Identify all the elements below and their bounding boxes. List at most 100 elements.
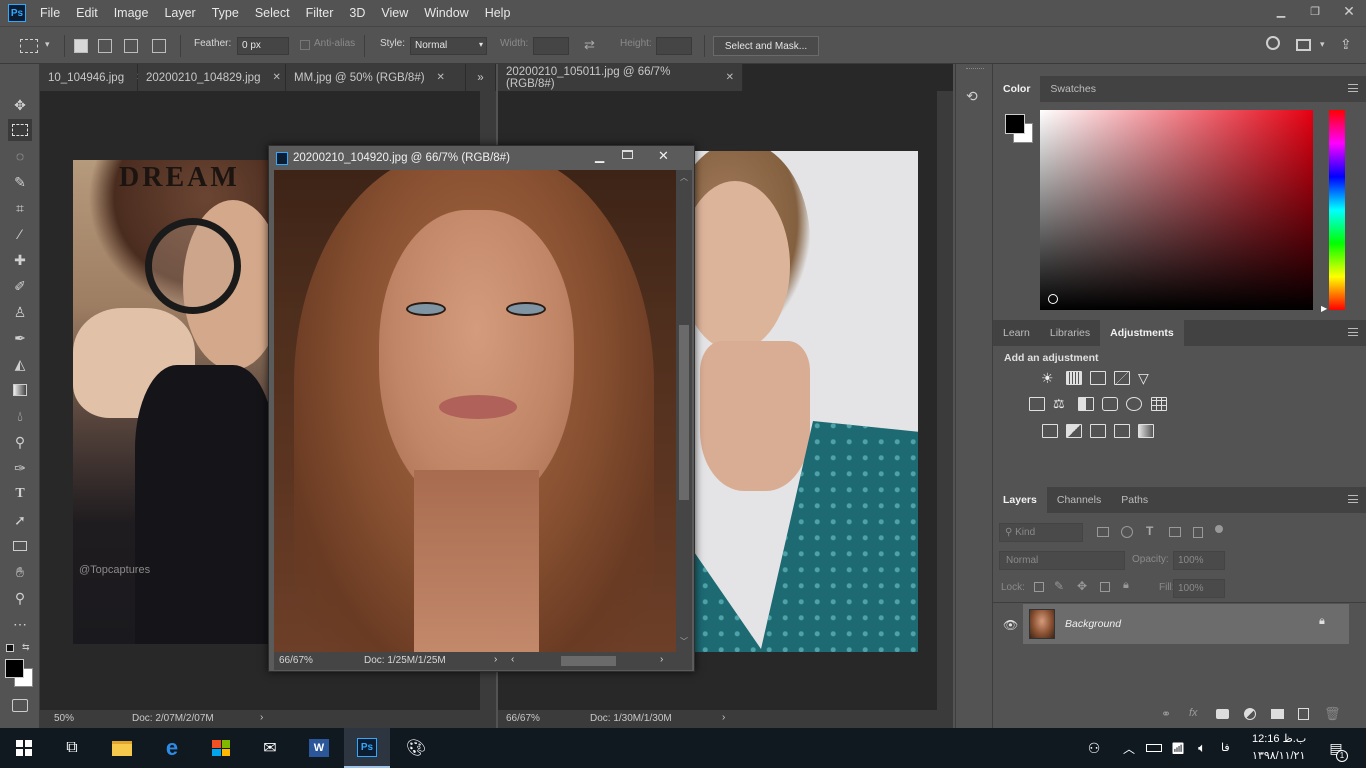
windows-start-icon[interactable] xyxy=(10,734,38,762)
intersect-selection-icon[interactable] xyxy=(152,39,166,53)
exposure-icon[interactable] xyxy=(1114,371,1130,385)
marquee-tool-icon[interactable] xyxy=(20,39,38,53)
black-white-icon[interactable] xyxy=(1078,397,1094,411)
antialias-checkbox[interactable] xyxy=(300,40,310,50)
tab-paths[interactable]: Paths xyxy=(1111,487,1158,513)
color-lookup-icon[interactable] xyxy=(1151,397,1167,411)
task-view-icon[interactable]: ⧉ xyxy=(58,734,86,762)
channel-mixer-icon[interactable] xyxy=(1126,397,1142,411)
filter-adjust-icon[interactable] xyxy=(1121,526,1133,538)
path-select-tool-icon[interactable]: ➚ xyxy=(8,509,32,531)
new-selection-icon[interactable] xyxy=(74,39,88,53)
lock-pixels-icon[interactable]: ✎ xyxy=(1054,579,1064,593)
close-icon[interactable]: ✕ xyxy=(1332,0,1366,22)
canvas-image[interactable] xyxy=(274,170,676,652)
curves-icon[interactable] xyxy=(1090,371,1106,385)
filter-toggle[interactable] xyxy=(1215,525,1223,533)
style-select[interactable]: Normal ▾ xyxy=(410,37,487,55)
hand-tool-icon[interactable]: ✋︎ xyxy=(8,561,32,583)
maximize-icon[interactable] xyxy=(622,150,633,159)
panel-menu-icon[interactable] xyxy=(1348,495,1358,503)
tab-color[interactable]: Color xyxy=(993,76,1041,102)
invert-icon[interactable] xyxy=(1042,424,1058,438)
zoom-level[interactable]: 66/67% xyxy=(506,713,540,724)
hue-saturation-icon[interactable] xyxy=(1029,397,1045,411)
clock-time[interactable]: 12:16 ب.ظ xyxy=(1252,732,1306,745)
search-icon[interactable] xyxy=(1266,36,1280,50)
menu-view[interactable]: View xyxy=(381,6,408,20)
blend-mode-select[interactable]: Normal xyxy=(999,551,1125,570)
lasso-tool-icon[interactable]: ◌ xyxy=(8,145,32,167)
gradient-tool-icon[interactable] xyxy=(8,379,32,401)
folder-icon[interactable] xyxy=(1271,709,1284,719)
posterize-icon[interactable] xyxy=(1066,424,1082,438)
fx-icon[interactable]: fx xyxy=(1189,707,1198,719)
tab-adjustments[interactable]: Adjustments xyxy=(1100,320,1184,346)
menu-file[interactable]: File xyxy=(40,6,60,20)
zoom-level[interactable]: 66/67% xyxy=(279,655,313,666)
chevron-down-icon[interactable]: ▾ xyxy=(1320,39,1325,50)
hue-slider[interactable] xyxy=(1329,110,1345,310)
color-picker-cursor[interactable] xyxy=(1048,294,1058,304)
quick-mask-icon[interactable] xyxy=(12,699,28,712)
menu-3d[interactable]: 3D xyxy=(349,6,365,20)
clone-stamp-tool-icon[interactable]: ♙ xyxy=(8,301,32,323)
chevron-right-icon[interactable]: › xyxy=(494,654,497,665)
chevron-right-icon[interactable]: › xyxy=(260,712,263,723)
adjustment-layer-icon[interactable] xyxy=(1244,708,1256,720)
minimize-icon[interactable]: ▁ xyxy=(1264,0,1298,22)
menu-layer[interactable]: Layer xyxy=(164,6,195,20)
vertical-scrollbar[interactable]: ︿ ﹀ xyxy=(676,170,692,652)
scroll-left-icon[interactable]: ‹ xyxy=(511,654,514,665)
share-icon[interactable]: ⇪ xyxy=(1340,36,1352,53)
filter-smart-icon[interactable] xyxy=(1193,527,1203,538)
lock-position-icon[interactable]: ✥ xyxy=(1077,579,1087,593)
move-tool-icon[interactable]: ✥ xyxy=(8,94,32,116)
type-tool-icon[interactable]: T xyxy=(8,483,32,505)
link-layers-icon[interactable]: ⚭ xyxy=(1161,707,1171,721)
canvas-image[interactable]: DREAM @Topcaptures xyxy=(73,160,270,644)
eraser-tool-icon[interactable]: ◭ xyxy=(8,353,32,375)
opacity-input[interactable]: 100% xyxy=(1173,551,1225,570)
document-tab[interactable]: 20200210_104829.jpg ✕ xyxy=(138,64,286,91)
mail-icon[interactable]: ✉ xyxy=(256,734,284,762)
more-tools-icon[interactable]: ⋯ xyxy=(8,613,32,635)
horizontal-scroll-thumb[interactable] xyxy=(561,656,616,666)
history-brush-tool-icon[interactable]: ✒ xyxy=(8,327,32,349)
color-balance-icon[interactable]: ⚖ xyxy=(1053,397,1069,411)
crop-tool-icon[interactable]: ⌗ xyxy=(8,197,32,219)
brush-tool-icon[interactable]: ✐ xyxy=(8,275,32,297)
zoom-level[interactable]: 50% xyxy=(54,713,74,724)
hue-slider-handle[interactable]: ▶ xyxy=(1321,304,1327,313)
tab-swatches[interactable]: Swatches xyxy=(1040,76,1106,102)
lock-artboard-icon[interactable] xyxy=(1100,582,1110,592)
workspace-icon[interactable] xyxy=(1296,39,1311,51)
add-selection-icon[interactable] xyxy=(98,39,112,53)
floating-document-window[interactable]: 20200210_104920.jpg @ 66/7% (RGB/8#) ▁ ✕… xyxy=(268,145,695,672)
tab-learn[interactable]: Learn xyxy=(993,320,1040,346)
document-tab[interactable]: 10_104946.jpg✕ xyxy=(40,64,145,91)
tab-channels[interactable]: Channels xyxy=(1047,487,1111,513)
window-titlebar[interactable]: 20200210_104920.jpg @ 66/7% (RGB/8#) ▁ ✕ xyxy=(269,146,694,170)
selective-color-icon[interactable] xyxy=(1114,424,1130,438)
chevron-right-icon[interactable]: › xyxy=(722,712,725,723)
panel-menu-icon[interactable] xyxy=(1348,328,1358,336)
lock-all-icon[interactable]: 🔒︎ xyxy=(1123,579,1129,592)
height-input[interactable] xyxy=(656,37,692,55)
menu-select[interactable]: Select xyxy=(255,6,290,20)
foreground-color-swatch[interactable] xyxy=(1005,114,1025,134)
edge-browser-icon[interactable]: e xyxy=(158,734,186,762)
language-indicator[interactable]: فا xyxy=(1221,741,1230,754)
menu-help[interactable]: Help xyxy=(485,6,511,20)
file-explorer-icon[interactable] xyxy=(108,734,136,762)
fill-input[interactable]: 100% xyxy=(1173,579,1225,598)
chevron-up-icon[interactable]: ︿ xyxy=(1115,734,1143,762)
scroll-up-icon[interactable]: ︿ xyxy=(680,172,688,183)
clock-date[interactable]: ۱۳۹۸/۱۱/۲۱ xyxy=(1252,749,1305,762)
scroll-right-icon[interactable]: › xyxy=(660,654,663,665)
select-and-mask-button[interactable]: Select and Mask... xyxy=(713,36,819,56)
dodge-tool-icon[interactable]: ⚲ xyxy=(8,431,32,453)
subtract-selection-icon[interactable] xyxy=(124,39,138,53)
photo-filter-icon[interactable] xyxy=(1102,397,1118,411)
restore-icon[interactable]: ❐ xyxy=(1298,0,1332,22)
